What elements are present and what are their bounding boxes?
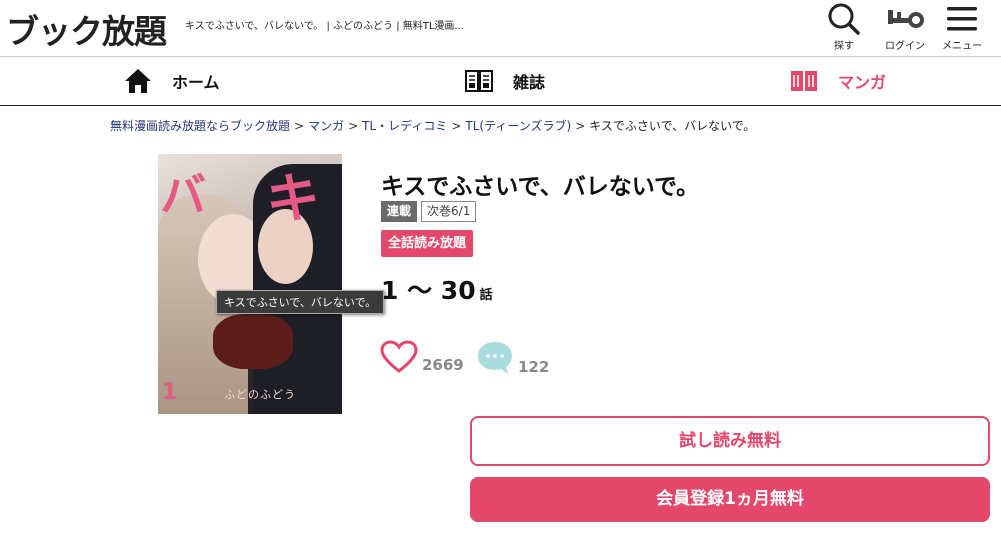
comment-count: 122	[518, 358, 550, 376]
book-title: キスでふさいで、バレないで。	[381, 174, 700, 200]
nav-home-label: ホーム	[172, 73, 220, 92]
nav-magazine-label: 雑誌	[513, 73, 546, 92]
manga-icon	[791, 71, 817, 91]
episode-unit: 話	[479, 288, 493, 303]
home-icon	[125, 69, 151, 93]
heart-icon	[380, 340, 418, 373]
book-cover[interactable]: バ キ 1 ふどのふどう	[158, 154, 342, 414]
login-label: ログイン	[885, 41, 925, 52]
nav-home[interactable]: ホーム	[124, 57, 220, 105]
breadcrumb-separator: >	[348, 119, 359, 133]
serial-badge: 連載	[381, 201, 418, 222]
cover-title-text: キ	[266, 167, 320, 230]
breadcrumb-current: キスでふさいで、バレないで。	[589, 119, 756, 133]
search-button[interactable]: 探す	[816, 2, 872, 54]
cover-tooltip: キスでふさいで、バレないで。	[216, 290, 385, 314]
nav-manga-label: マンガ	[838, 73, 887, 92]
site-header: ブック放題 キスでふさいで、バレないで。 | ふどのふどう | 無料TL漫画..…	[0, 0, 1001, 57]
breadcrumb-teens-love[interactable]: TL(ティーンズラブ)	[465, 119, 571, 133]
like-button[interactable]: 2669	[380, 340, 464, 374]
page-tagline: キスでふさいで、バレないで。 | ふどのふどう | 無料TL漫画...	[185, 21, 464, 32]
magazine-icon	[465, 70, 493, 92]
main-nav: ホーム 雑誌 マンガ	[0, 57, 1001, 106]
hamburger-icon	[947, 7, 977, 31]
breadcrumb-separator: >	[294, 119, 305, 133]
breadcrumb-manga[interactable]: マンガ	[308, 119, 344, 133]
menu-button[interactable]: メニュー	[934, 2, 990, 54]
breadcrumb-separator: >	[451, 119, 462, 133]
all-read-badge: 全話読み放題	[381, 230, 474, 257]
episode-range: 1 〜 30 話	[381, 271, 493, 307]
nav-manga[interactable]: マンガ	[790, 57, 886, 105]
cover-author: ふどのふどう	[224, 388, 296, 401]
trial-read-button[interactable]: 試し読み無料	[470, 416, 990, 466]
key-icon	[888, 10, 924, 28]
cover-volume: 1	[162, 380, 178, 405]
login-button[interactable]: ログイン	[877, 2, 933, 54]
breadcrumb: 無料漫画読み放題ならブック放題 > マンガ > TL・レディコミ > TL(ティーンズラブ)…	[110, 117, 755, 134]
menu-label: メニュー	[942, 41, 982, 52]
comment-button[interactable]: 122	[476, 340, 549, 376]
cover-title-text: バ	[160, 168, 206, 222]
breadcrumb-home[interactable]: 無料漫画読み放題ならブック放題	[110, 119, 290, 133]
episode-range-value: 1 〜 30	[381, 276, 476, 305]
search-label: 探す	[834, 41, 854, 52]
breadcrumb-separator: >	[575, 119, 586, 133]
next-volume-badge: 次巻6/1	[421, 201, 477, 222]
book-badges: 連載 次巻6/1	[381, 201, 480, 222]
breadcrumb-tl-ladies[interactable]: TL・レディコミ	[362, 119, 447, 133]
cover-art	[213, 314, 293, 369]
register-button[interactable]: 会員登録1ヵ月無料	[470, 477, 990, 522]
nav-magazine[interactable]: 雑誌	[465, 57, 545, 105]
site-logo[interactable]: ブック放題	[6, 5, 167, 53]
like-count: 2669	[422, 356, 464, 374]
search-icon	[828, 3, 860, 35]
comment-icon	[478, 342, 512, 374]
